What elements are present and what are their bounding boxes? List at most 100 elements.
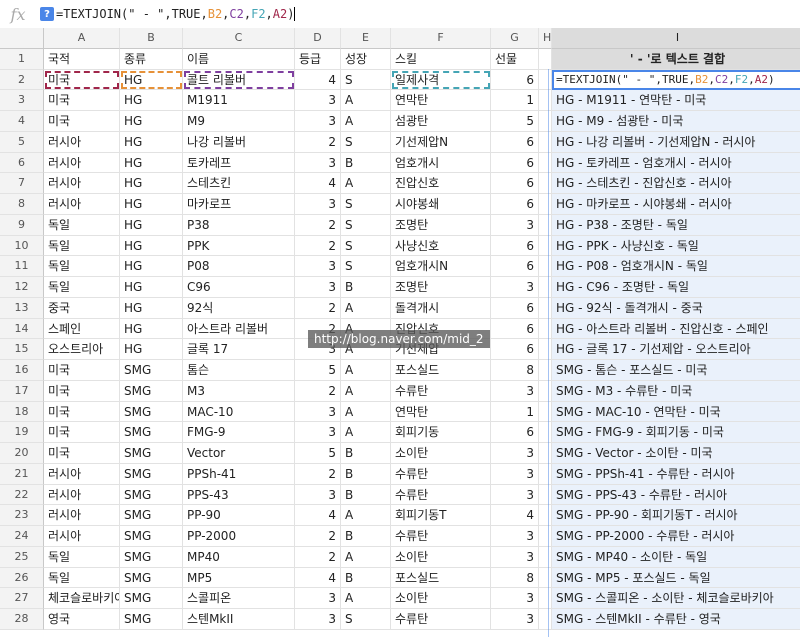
cell-b[interactable]: HG xyxy=(120,214,183,236)
formula-input[interactable]: =TEXTJOIN(" - ",TRUE,B2,C2,F2,A2) xyxy=(56,7,294,21)
row-header[interactable]: 19 xyxy=(0,422,44,443)
column-header-d[interactable]: D xyxy=(295,28,341,49)
cell-d[interactable]: 4 xyxy=(295,505,341,526)
header-cell-f[interactable]: 스킬 xyxy=(391,48,491,70)
row-header[interactable]: 26 xyxy=(0,567,44,589)
cell-i[interactable]: SMG - PPS-43 - 수류탄 - 러시아 xyxy=(552,484,800,506)
header-cell-e[interactable]: 성장 xyxy=(341,48,391,70)
cell-a[interactable]: 러시아 xyxy=(44,463,120,485)
cell-h[interactable] xyxy=(539,526,552,547)
cell-f[interactable]: 엄호개시 xyxy=(391,152,491,174)
cell-e[interactable]: S xyxy=(341,131,391,153)
cell-d[interactable]: 2 xyxy=(295,214,341,236)
cell-a[interactable]: 미국 xyxy=(44,360,120,381)
cell-b[interactable]: HG xyxy=(120,111,183,132)
cell-d[interactable]: 3 xyxy=(295,152,341,174)
cell-c[interactable]: MP40 xyxy=(183,546,295,568)
cell-b[interactable]: HG xyxy=(120,194,183,215)
cell-c[interactable]: PP-2000 xyxy=(183,526,295,547)
cell-b[interactable]: HG xyxy=(120,131,183,153)
cell-c[interactable]: M3 xyxy=(183,380,295,402)
cell-h[interactable] xyxy=(539,152,552,174)
cell-i[interactable]: HG - M1911 - 연막탄 - 미국 xyxy=(552,90,800,111)
header-cell-c[interactable]: 이름 xyxy=(183,48,295,70)
cell-d[interactable]: 2 xyxy=(295,463,341,485)
cell-b[interactable]: HG xyxy=(120,277,183,298)
cell-h[interactable] xyxy=(539,546,552,568)
cell-g[interactable]: 3 xyxy=(491,214,539,236)
cell-h[interactable] xyxy=(539,443,552,464)
header-cell-a[interactable]: 국적 xyxy=(44,48,120,70)
cell-h[interactable] xyxy=(539,297,552,319)
cell-c[interactable]: M1911 xyxy=(183,90,295,111)
cell-d[interactable]: 5 xyxy=(295,443,341,464)
cell-e[interactable]: A xyxy=(341,297,391,319)
cell-e[interactable]: A xyxy=(341,505,391,526)
cell-g[interactable]: 8 xyxy=(491,567,539,589)
cell-a[interactable]: 체코슬로바키아 xyxy=(44,588,120,609)
cell-i[interactable]: SMG - Vector - 소이탄 - 미국 xyxy=(552,443,800,464)
cell-g[interactable]: 1 xyxy=(491,401,539,423)
cell-a[interactable]: 미국 xyxy=(44,111,120,132)
cell-d[interactable]: 3 xyxy=(295,277,341,298)
cell-g[interactable]: 6 xyxy=(491,256,539,277)
cell-g[interactable]: 8 xyxy=(491,360,539,381)
cell-a[interactable]: 러시아 xyxy=(44,152,120,174)
cell-e[interactable]: S xyxy=(341,69,391,91)
cell-d[interactable]: 3 xyxy=(295,609,341,630)
cell-f[interactable]: 조명탄 xyxy=(391,277,491,298)
cell-g[interactable]: 3 xyxy=(491,546,539,568)
cell-d[interactable]: 4 xyxy=(295,567,341,589)
cell-e[interactable]: S xyxy=(341,214,391,236)
cell-a[interactable]: 미국 xyxy=(44,401,120,423)
cell-c[interactable]: PP-90 xyxy=(183,505,295,526)
cell-g[interactable]: 1 xyxy=(491,90,539,111)
cell-a[interactable]: 독일 xyxy=(44,546,120,568)
row-header[interactable]: 20 xyxy=(0,443,44,464)
cell-i[interactable]: HG - 92식 - 돌격개시 - 중국 xyxy=(552,297,800,319)
cell-f[interactable]: 연막탄 xyxy=(391,90,491,111)
column-header-e[interactable]: E xyxy=(341,28,391,49)
cell-a[interactable]: 독일 xyxy=(44,277,120,298)
cell-g[interactable]: 3 xyxy=(491,277,539,298)
cell-b[interactable]: SMG xyxy=(120,360,183,381)
cell-e[interactable]: A xyxy=(341,422,391,443)
cell-b[interactable]: SMG xyxy=(120,443,183,464)
cell-d[interactable]: 3 xyxy=(295,90,341,111)
cell-e[interactable]: A xyxy=(341,90,391,111)
cell-i[interactable]: HG - 마카로프 - 시야봉쇄 - 러시아 xyxy=(552,194,800,215)
cell-b[interactable]: SMG xyxy=(120,380,183,402)
cell-i[interactable]: HG - 글록 17 - 기선제압 - 오스트리아 xyxy=(552,339,800,360)
cell-b[interactable]: HG xyxy=(120,256,183,277)
cell-g[interactable]: 4 xyxy=(491,505,539,526)
cell-f[interactable]: 수류탄 xyxy=(391,609,491,630)
cell-g[interactable]: 3 xyxy=(491,609,539,630)
cell-g[interactable]: 6 xyxy=(491,422,539,443)
cell-b[interactable]: SMG xyxy=(120,505,183,526)
cell-d[interactable]: 3 xyxy=(295,111,341,132)
cell-i[interactable]: SMG - 톰슨 - 포스실드 - 미국 xyxy=(552,360,800,381)
cell-i[interactable]: SMG - PP-2000 - 수류탄 - 러시아 xyxy=(552,526,800,547)
active-cell-editor[interactable]: =TEXTJOIN(" - ",TRUE,B2,C2,F2,A2) xyxy=(552,69,800,91)
cell-c[interactable]: Vector xyxy=(183,443,295,464)
cell-a[interactable]: 러시아 xyxy=(44,173,120,194)
cell-f[interactable]: 회피기동 xyxy=(391,422,491,443)
cell-i[interactable]: SMG - FMG-9 - 회피기동 - 미국 xyxy=(552,422,800,443)
cell-c[interactable]: 콜트 리볼버 xyxy=(183,69,295,91)
row-header[interactable]: 22 xyxy=(0,484,44,506)
cell-a[interactable]: 중국 xyxy=(44,297,120,319)
cell-c[interactable]: 92식 xyxy=(183,297,295,319)
cell-i[interactable]: HG - C96 - 조명탄 - 독일 xyxy=(552,277,800,298)
cell-g[interactable]: 3 xyxy=(491,463,539,485)
cell-e[interactable]: A xyxy=(341,360,391,381)
column-header-h[interactable]: H xyxy=(539,28,552,49)
column-header-f[interactable]: F xyxy=(391,28,491,49)
cell-i[interactable]: SMG - MP5 - 포스실드 - 독일 xyxy=(552,567,800,589)
cell-i[interactable]: SMG - PP-90 - 회피기동T - 러시아 xyxy=(552,505,800,526)
cell-b[interactable]: SMG xyxy=(120,401,183,423)
cell-b[interactable]: HG xyxy=(120,90,183,111)
cell-c[interactable]: M9 xyxy=(183,111,295,132)
cell-e[interactable]: B xyxy=(341,526,391,547)
cell-c[interactable]: 스텐MkII xyxy=(183,609,295,630)
row-header[interactable]: 6 xyxy=(0,152,44,174)
